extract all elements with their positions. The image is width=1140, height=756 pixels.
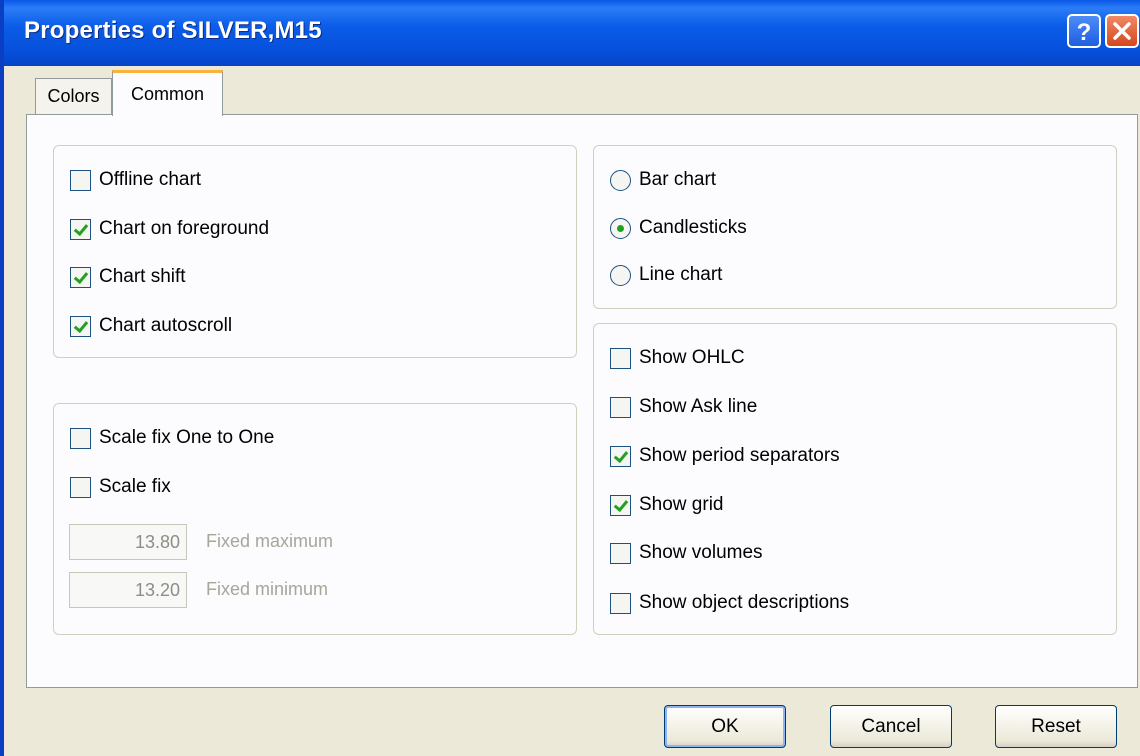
chart-on-foreground-label: Chart on foreground bbox=[99, 218, 270, 239]
help-icon: ? bbox=[1077, 19, 1092, 44]
option-show-object-descriptions[interactable]: Show object descriptions bbox=[610, 589, 849, 617]
scale-fix-one-to-one-label: Scale fix One to One bbox=[99, 427, 275, 448]
show-grid-checkbox[interactable] bbox=[610, 494, 631, 516]
show-ask-line-checkbox[interactable] bbox=[610, 396, 631, 418]
show-ohlc-label: Show OHLC bbox=[639, 347, 745, 368]
option-offline-chart[interactable]: Offline chart bbox=[70, 166, 201, 194]
scale-fix-one-to-one-checkbox[interactable] bbox=[70, 427, 91, 449]
show-object-descriptions-checkbox[interactable] bbox=[610, 592, 631, 614]
show-period-separators-checkbox[interactable] bbox=[610, 445, 631, 467]
chart-shift-checkbox[interactable] bbox=[70, 266, 91, 288]
option-chart-autoscroll[interactable]: Chart autoscroll bbox=[70, 312, 232, 340]
fixed-minimum-label: Fixed minimum bbox=[206, 579, 329, 599]
general-options-group: Offline chart Chart on foreground Chart … bbox=[53, 145, 577, 358]
option-show-period-separators[interactable]: Show period separators bbox=[610, 442, 840, 470]
offline-chart-checkbox[interactable] bbox=[70, 169, 91, 191]
scale-fix-checkbox[interactable] bbox=[70, 476, 91, 498]
scale-options-group: Scale fix One to One Scale fix 13.80 Fix… bbox=[53, 403, 577, 635]
svg-text:?: ? bbox=[1077, 19, 1092, 44]
reset-button[interactable]: Reset bbox=[995, 705, 1117, 748]
tab-common[interactable]: Common bbox=[112, 70, 223, 116]
title-bar[interactable]: Properties of SILVER,M15 ? bbox=[4, 0, 1140, 66]
option-scale-fix[interactable]: Scale fix bbox=[70, 473, 171, 501]
option-show-ohlc[interactable]: Show OHLC bbox=[610, 344, 745, 372]
ok-button[interactable]: OK bbox=[664, 705, 786, 748]
bar-chart-radio[interactable] bbox=[610, 169, 631, 191]
fixed-maximum-input[interactable]: 13.80 bbox=[69, 524, 187, 560]
option-chart-on-foreground[interactable]: Chart on foreground bbox=[70, 215, 269, 243]
fixed-minimum-input[interactable]: 13.20 bbox=[69, 572, 187, 608]
chart-autoscroll-checkbox[interactable] bbox=[70, 315, 91, 337]
cancel-button[interactable]: Cancel bbox=[830, 705, 952, 748]
scale-fix-label: Scale fix bbox=[99, 476, 171, 497]
chart-type-group: Bar chart Candlesticks Line chart bbox=[593, 145, 1117, 309]
properties-dialog: Properties of SILVER,M15 ? Colors Common… bbox=[0, 0, 1140, 756]
display-options-group: Show OHLC Show Ask line Show period sepa… bbox=[593, 323, 1117, 635]
candlesticks-radio[interactable] bbox=[610, 217, 631, 239]
show-period-separators-label: Show period separators bbox=[639, 445, 840, 466]
close-icon bbox=[1113, 22, 1131, 40]
candlesticks-label: Candlesticks bbox=[639, 217, 747, 238]
option-line-chart[interactable]: Line chart bbox=[610, 261, 722, 289]
show-volumes-label: Show volumes bbox=[639, 542, 763, 563]
show-ohlc-checkbox[interactable] bbox=[610, 347, 631, 369]
show-object-descriptions-label: Show object descriptions bbox=[639, 592, 850, 613]
bar-chart-label: Bar chart bbox=[639, 169, 717, 190]
option-bar-chart[interactable]: Bar chart bbox=[610, 166, 716, 194]
chart-on-foreground-checkbox[interactable] bbox=[70, 218, 91, 240]
show-ask-line-label: Show Ask line bbox=[639, 396, 758, 417]
option-show-volumes[interactable]: Show volumes bbox=[610, 539, 763, 567]
chart-autoscroll-label: Chart autoscroll bbox=[99, 315, 233, 336]
fixed-maximum-label: Fixed maximum bbox=[206, 531, 334, 551]
option-scale-fix-one-to-one[interactable]: Scale fix One to One bbox=[70, 424, 274, 452]
option-show-ask-line[interactable]: Show Ask line bbox=[610, 393, 757, 421]
tab-colors[interactable]: Colors bbox=[35, 78, 112, 114]
show-volumes-checkbox[interactable] bbox=[610, 542, 631, 564]
offline-chart-label: Offline chart bbox=[99, 169, 202, 190]
option-candlesticks[interactable]: Candlesticks bbox=[610, 214, 747, 242]
line-chart-radio[interactable] bbox=[610, 264, 631, 286]
show-grid-label: Show grid bbox=[639, 494, 724, 515]
option-chart-shift[interactable]: Chart shift bbox=[70, 263, 186, 291]
window-title: Properties of SILVER,M15 bbox=[24, 17, 322, 44]
line-chart-label: Line chart bbox=[639, 264, 723, 285]
help-button[interactable]: ? bbox=[1067, 14, 1101, 48]
common-tab-page: Offline chart Chart on foreground Chart … bbox=[26, 114, 1138, 688]
close-button[interactable] bbox=[1105, 14, 1139, 48]
option-show-grid[interactable]: Show grid bbox=[610, 491, 724, 519]
chart-shift-label: Chart shift bbox=[99, 266, 186, 287]
